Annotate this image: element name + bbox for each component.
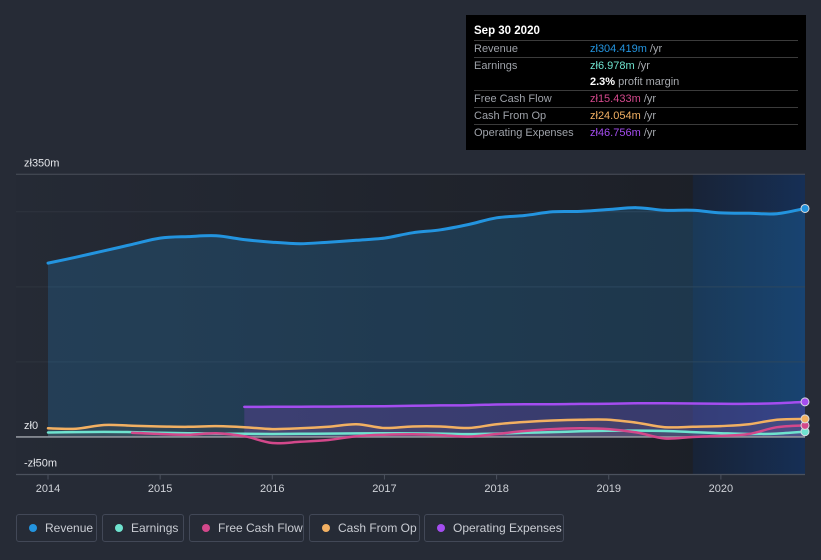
legend-dot-icon (322, 524, 330, 532)
legend-label: Earnings (131, 521, 179, 535)
x-tick-label: 2017 (372, 483, 396, 495)
legend-label: Operating Expenses (453, 521, 562, 535)
legend-item-earnings[interactable]: Earnings (102, 514, 184, 542)
tooltip-row-revenue: Revenue zł304.419m /yr (474, 40, 798, 57)
data-tooltip: Sep 30 2020 Revenue zł304.419m /yr Earni… (466, 15, 806, 150)
legend-item-operating-expenses[interactable]: Operating Expenses (424, 514, 564, 542)
legend-item-cash-from-op[interactable]: Cash From Op (309, 514, 420, 542)
x-tick-label: 2019 (596, 483, 620, 495)
y-tick-label: zł350m (24, 157, 59, 169)
legend-label: Cash From Op (338, 521, 417, 535)
tooltip-row-free-cash-flow: Free Cash Flow zł15.433m /yr (474, 90, 798, 107)
legend-label: Revenue (45, 521, 94, 535)
legend-dot-icon (29, 524, 37, 532)
tooltip-row-earnings: Earnings zł6.978m /yr 2.3% profit margin (474, 57, 798, 90)
profit-margin-label: profit margin (615, 76, 680, 88)
tooltip-value: zł15.433m (590, 93, 641, 105)
tooltip-value: zł6.978m (590, 60, 635, 72)
tooltip-row-cash-from-op: Cash From Op zł24.054m /yr (474, 107, 798, 124)
profit-margin-value: 2.3% (590, 76, 616, 88)
tooltip-label: Revenue (474, 43, 519, 55)
tooltip-row-operating-expenses: Operating Expenses zł46.756m /yr (474, 124, 798, 141)
legend-item-revenue[interactable]: Revenue (16, 514, 97, 542)
tooltip-label: Cash From Op (474, 110, 547, 122)
legend-label: Free Cash Flow (218, 521, 303, 535)
operating-expenses-end-marker[interactable] (800, 397, 810, 407)
cash-from-op-end-marker[interactable] (800, 414, 810, 424)
x-tick-label: 2018 (484, 483, 508, 495)
tooltip-unit: /yr (640, 110, 657, 122)
y-tick-label: zł0 (24, 420, 38, 432)
x-tick-label: 2020 (709, 483, 733, 495)
tooltip-label: Earnings (474, 60, 518, 72)
tooltip-label: Operating Expenses (474, 127, 574, 139)
tooltip-value: zł304.419m (590, 43, 647, 55)
tooltip-unit: /yr (640, 93, 657, 105)
tooltip-date: Sep 30 2020 (474, 25, 540, 37)
tooltip-unit: /yr (640, 127, 657, 139)
legend-dot-icon (202, 524, 210, 532)
tooltip-unit: /yr (646, 43, 663, 55)
legend-item-free-cash-flow[interactable]: Free Cash Flow (189, 514, 304, 542)
x-tick-label: 2016 (260, 483, 284, 495)
revenue-end-marker[interactable] (800, 203, 810, 213)
tooltip-value: zł46.756m (590, 127, 641, 139)
x-tick-label: 2014 (36, 483, 60, 495)
tooltip-label: Free Cash Flow (474, 93, 552, 105)
x-tick-label: 2015 (148, 483, 172, 495)
tooltip-value: zł24.054m (590, 110, 641, 122)
legend-dot-icon (115, 524, 123, 532)
legend-dot-icon (437, 524, 445, 532)
tooltip-unit: /yr (634, 60, 650, 72)
y-tick-label: -zł50m (24, 458, 57, 470)
